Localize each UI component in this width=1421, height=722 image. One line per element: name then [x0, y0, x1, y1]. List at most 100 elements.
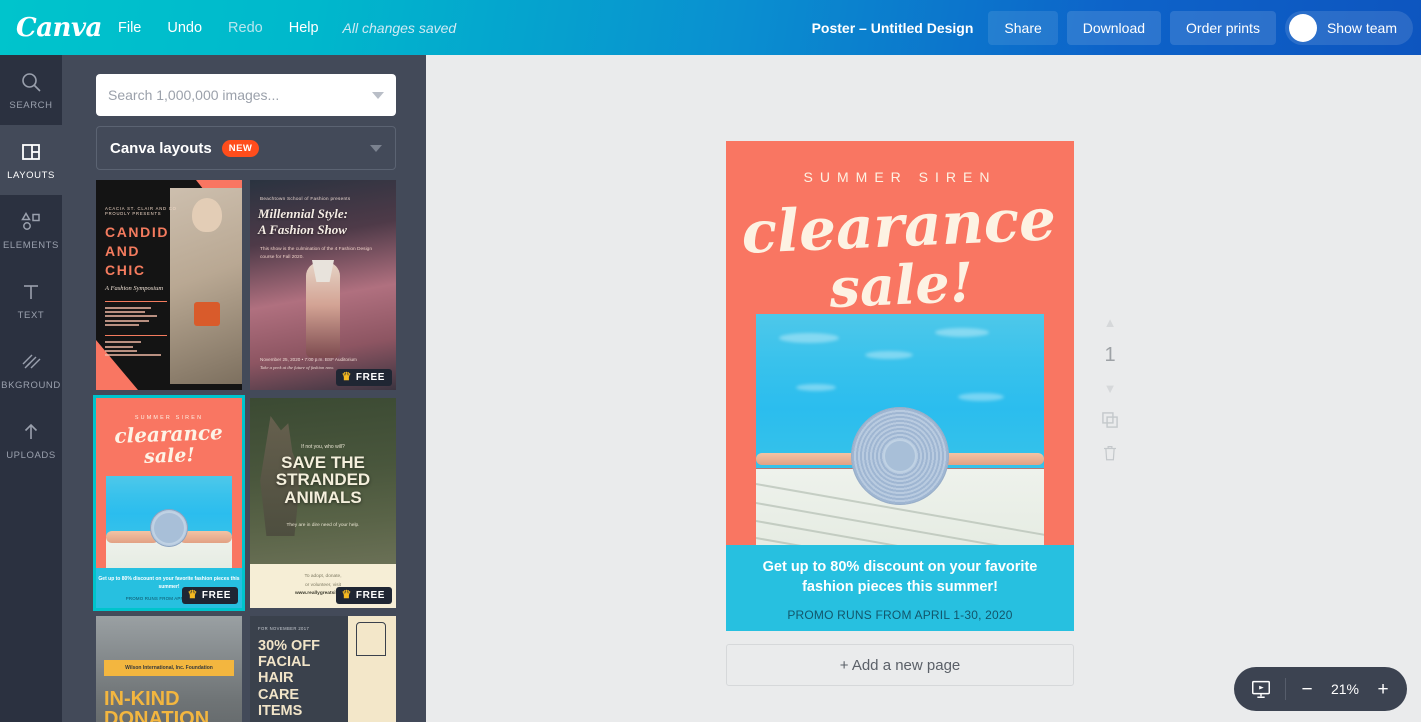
- divider: [1285, 678, 1286, 700]
- poster-band-line1[interactable]: Get up to 80% discount on your favorite …: [726, 545, 1074, 597]
- thumbnail-title-line: ANIMALS: [250, 489, 396, 506]
- thumbnail-art: FOR NOVEMBER 2017 30% OFF FACIAL HAIR CA…: [250, 616, 396, 722]
- menu-item-help[interactable]: Help: [289, 20, 319, 36]
- menu-item-redo[interactable]: Redo: [228, 20, 263, 36]
- sun-hat: [851, 407, 949, 505]
- crown-icon: ♛: [341, 590, 351, 601]
- crown-icon: ♛: [341, 372, 351, 383]
- left-tool-rail: SEARCH LAYOUTS ELEMENTS TEXT BKGROUND: [0, 55, 62, 722]
- layout-thumbnail-save-the-stranded-animals[interactable]: If not you, who will? SAVE THE STRANDED …: [250, 398, 396, 608]
- thumbnail-art: ACACIA ST. CLAIR AND CO PROUDLY PRESENTS…: [96, 180, 242, 390]
- poster-band: Get up to 80% discount on your favorite …: [726, 545, 1074, 631]
- zoom-in-button[interactable]: +: [1375, 680, 1391, 699]
- sidebar-item-elements[interactable]: ELEMENTS: [0, 195, 62, 265]
- text-icon: [19, 280, 43, 304]
- thumbnail-art: If not you, who will? SAVE THE STRANDED …: [250, 398, 396, 608]
- thumbnail-text-block: ACACIA ST. CLAIR AND CO PROUDLY PRESENTS…: [105, 206, 185, 359]
- water-ripple: [779, 333, 839, 343]
- search-input[interactable]: [108, 87, 372, 103]
- thumbnail-art: Beachtown School of Fashion presents Mil…: [250, 180, 396, 390]
- thumbnail-title: IN-KIND DONATION: [104, 690, 209, 722]
- sidebar-item-label: ELEMENTS: [3, 240, 59, 251]
- poster-band-line2[interactable]: PROMO RUNS FROM APRIL 1-30, 2020: [726, 608, 1074, 622]
- thumbnail-title-line: AND: [105, 242, 185, 261]
- delete-page-icon[interactable]: [1101, 444, 1119, 462]
- move-page-down-button[interactable]: ▼: [1104, 381, 1117, 396]
- document-title: Poster – Untitled Design: [812, 20, 974, 36]
- pool-photo: [106, 476, 232, 568]
- thumbnail-title-line: CANDID: [105, 223, 185, 242]
- thumbnail-illustration: [348, 616, 396, 722]
- free-badge: ♛ FREE: [182, 587, 238, 604]
- save-status-text: All changes saved: [343, 20, 457, 36]
- thumbnail-photo: [106, 476, 232, 568]
- menu-item-file[interactable]: File: [118, 20, 141, 36]
- thumbnail-title: 30% OFF FACIAL HAIR CARE ITEMS: [258, 638, 342, 719]
- zoom-level-value: 21%: [1328, 681, 1362, 697]
- elements-icon: [19, 210, 43, 234]
- download-button[interactable]: Download: [1067, 11, 1161, 45]
- avatar: [1289, 14, 1317, 42]
- thumbnail-kicker: SUMMER SIREN: [96, 398, 242, 421]
- poster-kicker[interactable]: SUMMER SIREN: [726, 141, 1074, 185]
- thumbnail-title-line: 30% OFF: [258, 638, 342, 654]
- thumbnail-title-line: A Fashion Show: [258, 222, 390, 238]
- thumbnail-text-block: FOR NOVEMBER 2017 30% OFF FACIAL HAIR CA…: [250, 616, 348, 722]
- thumbnail-body: They are in dire need of your help.: [250, 522, 396, 530]
- sidebar-item-uploads[interactable]: UPLOADS: [0, 405, 62, 475]
- thumbnail-title-line: DONATION: [104, 710, 209, 722]
- background-icon: [19, 350, 43, 374]
- duplicate-page-icon[interactable]: [1100, 410, 1120, 430]
- thumbnail-details: November 25, 2020 • 7:00 p.m. BSF Audito…: [260, 356, 386, 364]
- layout-thumbnail-in-kind-donation[interactable]: Wilson International, Inc. Foundation IN…: [96, 616, 242, 722]
- zoom-out-button[interactable]: −: [1299, 680, 1315, 699]
- sidebar-item-text[interactable]: TEXT: [0, 265, 62, 335]
- divider: [105, 301, 167, 302]
- thumbnail-details: [105, 341, 185, 356]
- sidebar-item-label: SEARCH: [9, 100, 52, 111]
- poster-photo[interactable]: [756, 314, 1044, 546]
- layout-thumbnail-facial-hair-care[interactable]: FOR NOVEMBER 2017 30% OFF FACIAL HAIR CA…: [250, 616, 396, 722]
- canva-logo[interactable]: Canva: [0, 13, 118, 43]
- layout-thumbnail-grid: ACACIA ST. CLAIR AND CO PROUDLY PRESENTS…: [96, 180, 406, 722]
- free-badge-label: FREE: [356, 372, 385, 383]
- handbag-shape: [194, 302, 220, 326]
- sidebar-item-bkground[interactable]: BKGROUND: [0, 335, 62, 405]
- canva-editor: Canva File Undo Redo Help All changes sa…: [0, 0, 1421, 722]
- model-figure: [192, 198, 222, 232]
- search-box[interactable]: [96, 74, 396, 116]
- brush-icon: [356, 622, 386, 656]
- move-page-up-button[interactable]: ▲: [1104, 315, 1117, 330]
- thumbnail-title-line: FACIAL HAIR: [258, 654, 342, 686]
- present-icon[interactable]: [1250, 678, 1272, 700]
- show-team-button[interactable]: Show team: [1285, 11, 1413, 45]
- free-badge: ♛ FREE: [336, 369, 392, 386]
- order-prints-button[interactable]: Order prints: [1170, 11, 1276, 45]
- menu-item-undo[interactable]: Undo: [167, 20, 202, 36]
- chevron-down-icon[interactable]: [370, 145, 382, 152]
- sidebar-item-search[interactable]: SEARCH: [0, 55, 62, 125]
- thumbnail-credits: [105, 307, 185, 327]
- add-new-page-button[interactable]: + Add a new page: [726, 644, 1074, 686]
- sidebar-item-label: UPLOADS: [6, 450, 56, 461]
- poster-title[interactable]: clearance sale!: [726, 191, 1074, 318]
- layout-thumbnail-millennial-style[interactable]: Beachtown School of Fashion presents Mil…: [250, 180, 396, 390]
- free-badge-label: FREE: [202, 590, 231, 601]
- layout-thumbnail-summer-siren-clearance-sale[interactable]: SUMMER SIREN clearance sale!: [96, 398, 242, 608]
- layouts-panel: Canva layouts NEW ACACIA ST. CLAIR AND C…: [62, 55, 426, 722]
- sun-hat: [150, 509, 188, 547]
- thumbnail-art: SUMMER SIREN clearance sale!: [96, 398, 242, 608]
- free-badge-label: FREE: [356, 590, 385, 601]
- divider: [105, 335, 167, 336]
- layout-thumbnail-candid-and-chic[interactable]: ACACIA ST. CLAIR AND CO PROUDLY PRESENTS…: [96, 180, 242, 390]
- thumbnail-title-line: SAVE THE: [250, 454, 396, 471]
- chevron-down-icon[interactable]: [372, 92, 384, 99]
- share-button[interactable]: Share: [988, 11, 1057, 45]
- sidebar-item-layouts[interactable]: LAYOUTS: [0, 125, 62, 195]
- sidebar-item-label: LAYOUTS: [7, 170, 55, 181]
- poster-canvas[interactable]: SUMMER SIREN clearance sale!: [726, 141, 1074, 631]
- thumbnail-kicker: Beachtown School of Fashion presents: [260, 196, 350, 201]
- thumbnail-title-line: CHIC: [105, 261, 185, 280]
- layouts-dropdown[interactable]: Canva layouts NEW: [96, 126, 396, 170]
- thumbnail-kicker: FOR NOVEMBER 2017: [258, 626, 342, 631]
